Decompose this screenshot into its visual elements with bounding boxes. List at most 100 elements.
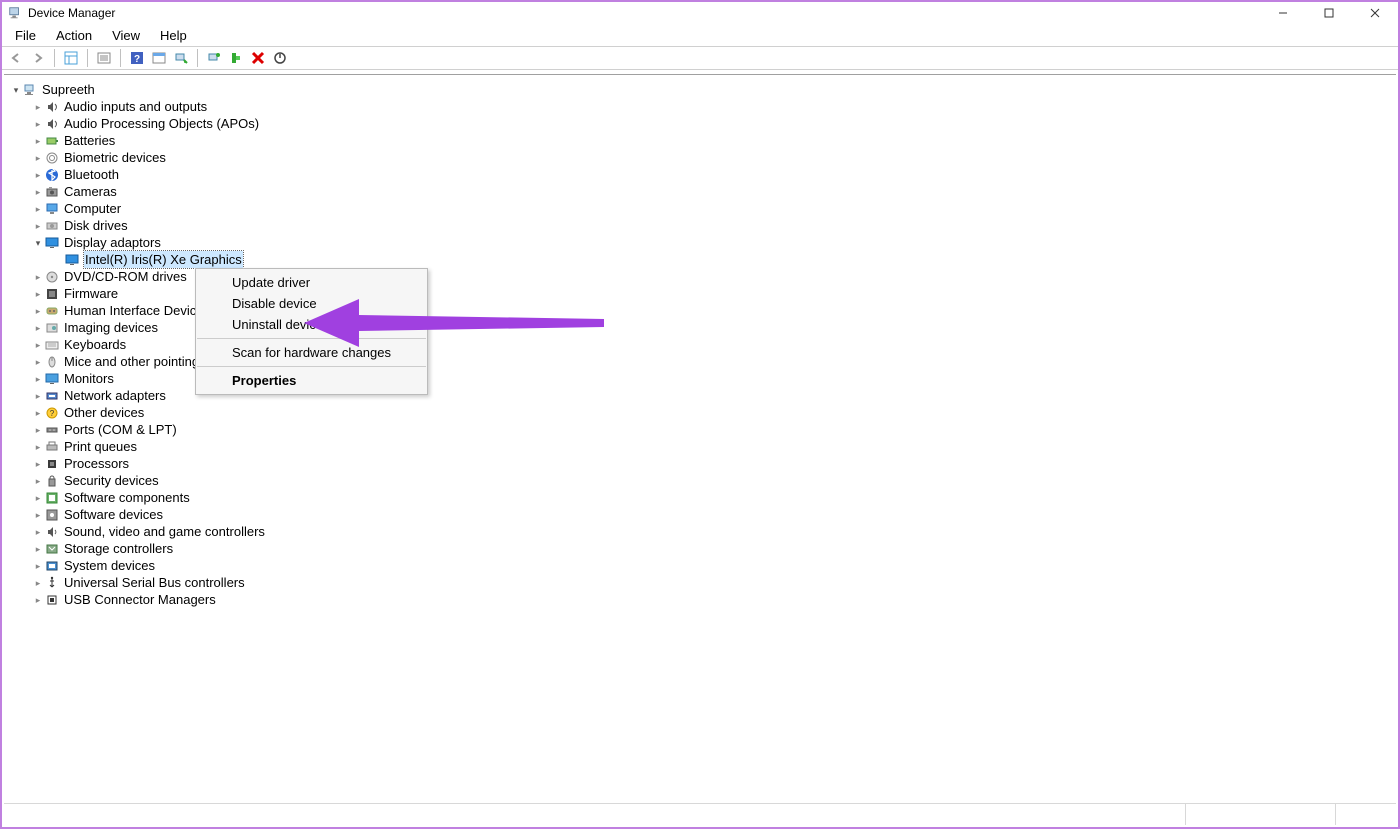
chevron-right-icon[interactable]: ▸ — [32, 475, 44, 487]
chevron-right-icon[interactable]: ▸ — [32, 169, 44, 181]
chevron-right-icon[interactable]: ▸ — [32, 458, 44, 470]
tree-category-label: Mice and other pointing c — [64, 353, 209, 370]
firmware-icon — [44, 287, 60, 301]
show-hide-console-button[interactable] — [61, 48, 81, 68]
tree-category[interactable]: ▸ ? Other devices — [4, 404, 1396, 421]
chevron-right-icon[interactable]: ▸ — [32, 424, 44, 436]
uninstall-button[interactable] — [248, 48, 268, 68]
menu-view[interactable]: View — [102, 26, 150, 45]
menubar: File Action View Help — [2, 24, 1398, 46]
tree-category[interactable]: ▸ Print queues — [4, 438, 1396, 455]
chevron-right-icon[interactable]: ▸ — [32, 220, 44, 232]
context-menu-item[interactable]: Disable device — [196, 293, 427, 314]
chevron-right-icon[interactable]: ▸ — [32, 526, 44, 538]
chevron-right-icon[interactable]: ▸ — [32, 152, 44, 164]
bluetooth-icon — [44, 168, 60, 182]
menu-action[interactable]: Action — [46, 26, 102, 45]
statusbar — [4, 803, 1396, 825]
minimize-button[interactable] — [1260, 2, 1306, 24]
tree-category[interactable]: ▸ Audio inputs and outputs — [4, 98, 1396, 115]
chevron-right-icon[interactable]: ▸ — [32, 509, 44, 521]
tree-category[interactable]: ▸ Cameras — [4, 183, 1396, 200]
update-driver-button[interactable] — [204, 48, 224, 68]
tree-category[interactable]: ▸ Sound, video and game controllers — [4, 523, 1396, 540]
tree-device[interactable]: Intel(R) Iris(R) Xe Graphics — [4, 251, 1396, 268]
tree-category[interactable]: ▸ Computer — [4, 200, 1396, 217]
chevron-right-icon[interactable]: ▸ — [32, 407, 44, 419]
help-button[interactable]: ? — [127, 48, 147, 68]
chevron-down-icon[interactable]: ▾ — [10, 84, 22, 96]
tree-category[interactable]: ▸ Software devices — [4, 506, 1396, 523]
usb-icon — [44, 576, 60, 590]
tree-category-label: Network adapters — [64, 387, 166, 404]
chevron-right-icon[interactable]: ▸ — [32, 186, 44, 198]
back-button[interactable] — [6, 48, 26, 68]
tree-category[interactable]: ▸ Audio Processing Objects (APOs) — [4, 115, 1396, 132]
context-menu-item[interactable]: Properties — [196, 370, 427, 391]
cpu-icon — [44, 457, 60, 471]
tree-category-label: Imaging devices — [64, 319, 158, 336]
tree-category-label: Audio inputs and outputs — [64, 98, 207, 115]
chevron-right-icon[interactable]: ▸ — [32, 560, 44, 572]
usbconn-icon — [44, 593, 60, 607]
maximize-button[interactable] — [1306, 2, 1352, 24]
chevron-right-icon[interactable]: ▸ — [32, 441, 44, 453]
chevron-right-icon[interactable]: ▸ — [32, 356, 44, 368]
tree-category[interactable]: ▸ System devices — [4, 557, 1396, 574]
tree-category[interactable]: ▸ USB Connector Managers — [4, 591, 1396, 608]
menu-file[interactable]: File — [5, 26, 46, 45]
menu-help[interactable]: Help — [150, 26, 197, 45]
chevron-right-icon[interactable]: ▸ — [32, 118, 44, 130]
enable-device-button[interactable] — [226, 48, 246, 68]
computer-icon — [44, 202, 60, 216]
window-controls — [1260, 2, 1398, 24]
audio-icon — [44, 100, 60, 114]
chevron-right-icon[interactable]: ▸ — [32, 101, 44, 113]
chevron-right-icon[interactable]: ▸ — [32, 492, 44, 504]
context-menu-item[interactable]: Update driver — [196, 272, 427, 293]
tree-root[interactable]: ▾ Supreeth — [4, 81, 1396, 98]
tree-category[interactable]: ▸ Universal Serial Bus controllers — [4, 574, 1396, 591]
window-title: Device Manager — [28, 6, 115, 20]
context-menu-item[interactable]: Scan for hardware changes — [196, 342, 427, 363]
chevron-right-icon[interactable]: ▸ — [32, 577, 44, 589]
tree-category[interactable]: ▸ Biometric devices — [4, 149, 1396, 166]
chevron-down-icon[interactable]: ▾ — [32, 237, 44, 249]
tree-category-label: DVD/CD-ROM drives — [64, 268, 187, 285]
chevron-right-icon[interactable]: ▸ — [32, 594, 44, 606]
tree-category[interactable]: ▸ Security devices — [4, 472, 1396, 489]
action-button[interactable] — [149, 48, 169, 68]
disable-button[interactable] — [270, 48, 290, 68]
close-button[interactable] — [1352, 2, 1398, 24]
monitor-icon — [44, 372, 60, 386]
tree-category[interactable]: ▸ Ports (COM & LPT) — [4, 421, 1396, 438]
tree-category[interactable]: ▸ Processors — [4, 455, 1396, 472]
context-menu-item[interactable]: Uninstall device — [196, 314, 427, 335]
scan-hardware-button[interactable] — [171, 48, 191, 68]
softdev-icon — [44, 508, 60, 522]
tree-category[interactable]: ▸ Disk drives — [4, 217, 1396, 234]
tree-category[interactable]: ▸ Batteries — [4, 132, 1396, 149]
tree-category[interactable]: ▾ Display adaptors — [4, 234, 1396, 251]
tree-category[interactable]: ▸ Bluetooth — [4, 166, 1396, 183]
tree-category[interactable]: ▸ Software components — [4, 489, 1396, 506]
chevron-right-icon[interactable]: ▸ — [32, 271, 44, 283]
chevron-right-icon[interactable]: ▸ — [32, 288, 44, 300]
chevron-right-icon[interactable]: ▸ — [32, 135, 44, 147]
toolbar-separator — [87, 49, 88, 67]
computer-icon — [22, 83, 38, 97]
tree-category[interactable]: ▸ Storage controllers — [4, 540, 1396, 557]
system-icon — [44, 559, 60, 573]
forward-button[interactable] — [28, 48, 48, 68]
chevron-right-icon[interactable]: ▸ — [32, 305, 44, 317]
other-icon: ? — [44, 406, 60, 420]
chevron-right-icon[interactable]: ▸ — [32, 373, 44, 385]
chevron-right-icon[interactable]: ▸ — [32, 339, 44, 351]
tree-category-label: Firmware — [64, 285, 118, 302]
storage-icon — [44, 542, 60, 556]
chevron-right-icon[interactable]: ▸ — [32, 543, 44, 555]
chevron-right-icon[interactable]: ▸ — [32, 322, 44, 334]
chevron-right-icon[interactable]: ▸ — [32, 390, 44, 402]
properties-button[interactable] — [94, 48, 114, 68]
chevron-right-icon[interactable]: ▸ — [32, 203, 44, 215]
